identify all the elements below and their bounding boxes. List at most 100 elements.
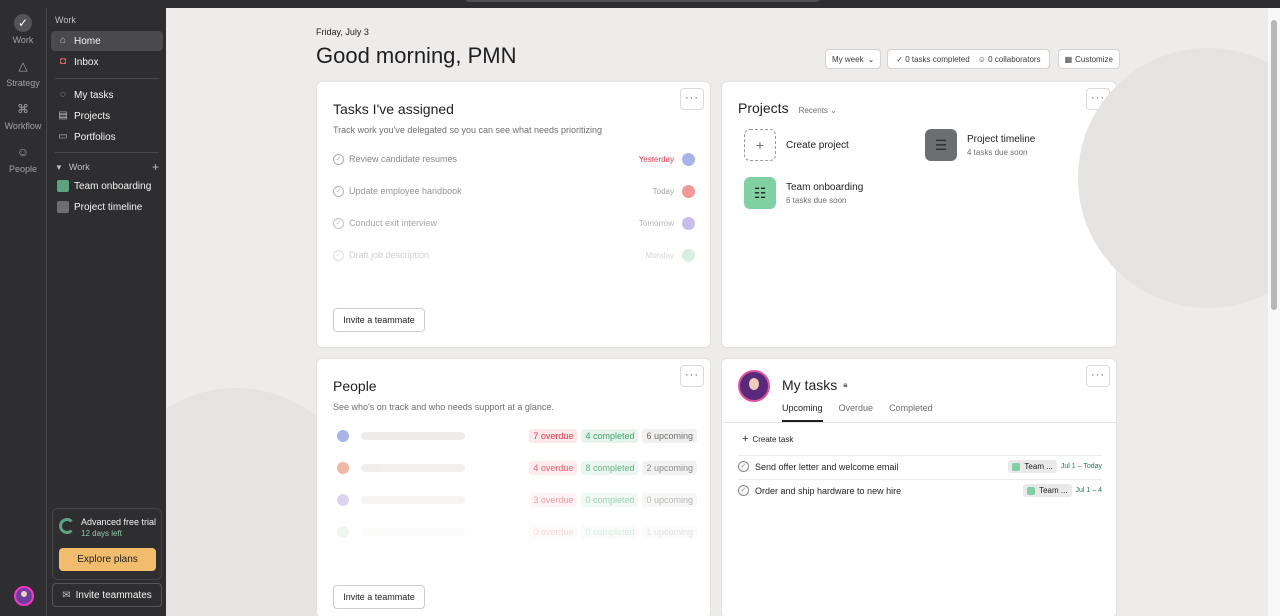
card-title: People [333, 378, 377, 394]
completed-badge: 4 completed [581, 429, 639, 443]
sidebar-item-label: Projects [74, 110, 111, 122]
invite-teammates-button[interactable]: ✉ Invite teammates [52, 583, 162, 607]
folder-icon: ▭ [58, 131, 68, 142]
chevron-down-icon: ▼ [55, 162, 63, 172]
project-meta: 4 tasks due soon [967, 147, 1028, 157]
recents-dropdown[interactable]: Recents ⌄ [799, 106, 837, 115]
due-date: Jul 1 – Today [1060, 463, 1102, 470]
sidebar-item-portfolios[interactable]: ▭ Portfolios [51, 127, 163, 147]
create-task-button[interactable]: + Create task [742, 433, 793, 445]
sidebar-item-home[interactable]: ⌂ Home [51, 31, 163, 51]
top-search-bar[interactable] [465, 0, 820, 2]
current-date: Friday, July 3 [316, 27, 369, 37]
check-circle-icon[interactable]: ✓ [333, 185, 344, 197]
invite-teammate-button[interactable]: Invite a teammate [333, 308, 425, 332]
rail-people[interactable]: ☺ People [0, 143, 46, 174]
people-row[interactable]: 3 overdue 0 completed 0 upcoming [337, 492, 697, 508]
sidebar-item-label: Portfolios [74, 131, 116, 143]
more-options-icon[interactable]: ··· [1086, 88, 1110, 110]
sidebar-item-project-timeline[interactable]: Project timeline [51, 197, 163, 217]
invite-teammate-button[interactable]: Invite a teammate [333, 585, 425, 609]
sidebar-header: Work [55, 15, 76, 25]
sidebar-section-work[interactable]: ▼ Work + [55, 160, 159, 174]
assigned-task-row[interactable]: ✓ Review candidate resumes Yesterday [333, 149, 695, 169]
due-date: Today [652, 186, 674, 196]
check-circle-icon[interactable]: ✓ [333, 217, 344, 229]
project-tile-project-timeline[interactable]: ☰ Project timeline 4 tasks due soon [925, 129, 1035, 161]
assigned-task-row[interactable]: ✓ Update employee handbook Today [333, 181, 695, 201]
more-options-icon[interactable]: ··· [680, 88, 704, 110]
due-date: Yesterday [638, 154, 674, 164]
assignee-avatar [682, 184, 695, 198]
rail-workflow-label: Workflow [4, 121, 42, 131]
global-rail: ✓ Work △ Strategy ⌘ Workflow ☺ People [0, 8, 46, 616]
rail-people-label: People [8, 164, 38, 174]
rail-work[interactable]: ✓ Work [0, 14, 46, 45]
scrollbar-thumb[interactable] [1271, 20, 1277, 310]
sidebar-item-projects[interactable]: ▤ Projects [51, 106, 163, 126]
people-icon: ☺ [977, 54, 989, 64]
trial-days-left: 12 days left [81, 529, 122, 538]
home-icon: ⌂ [59, 35, 67, 46]
lock-icon: 🔒︎ [843, 380, 848, 389]
check-circle-icon: ◌ [60, 89, 66, 100]
projects-header: Projects Recents ⌄ [738, 100, 837, 116]
more-options-icon[interactable]: ··· [680, 365, 704, 387]
more-options-icon[interactable]: ··· [1086, 365, 1110, 387]
scrollbar[interactable] [1268, 8, 1280, 616]
people-row[interactable]: 7 overdue 4 completed 6 upcoming [337, 428, 697, 444]
check-icon: ✓ [896, 54, 906, 64]
check-circle-icon: ✓ [14, 14, 32, 32]
rail-strategy-label: Strategy [6, 78, 40, 88]
people-row[interactable]: 0 overdue 0 completed 1 upcoming [337, 524, 697, 540]
tab-completed[interactable]: Completed [889, 403, 933, 413]
assigned-task-row[interactable]: ✓ Conduct exit interview Tomorrow [333, 213, 695, 233]
people-row[interactable]: 4 overdue 8 completed 2 upcoming [337, 460, 697, 476]
card-title: Projects [738, 100, 789, 116]
add-icon[interactable]: + [152, 160, 159, 174]
avatar [337, 462, 349, 474]
create-project-button[interactable]: + Create project [744, 129, 849, 161]
sidebar-item-inbox[interactable]: ◘ Inbox [51, 52, 163, 72]
overdue-badge: 4 overdue [529, 461, 578, 475]
check-circle-icon[interactable]: ✓ [738, 485, 749, 496]
rail-workflow[interactable]: ⌘ Workflow [0, 100, 46, 131]
week-dropdown[interactable]: My week ⌄ [825, 49, 882, 69]
people-card: ··· People See who's on track and who ne… [316, 358, 711, 616]
rail-strategy[interactable]: △ Strategy [0, 57, 46, 88]
overdue-badge: 3 overdue [529, 493, 578, 507]
explore-plans-button[interactable]: Explore plans [59, 548, 156, 571]
progress-ring-icon [59, 518, 75, 534]
check-circle-icon[interactable]: ✓ [738, 461, 749, 472]
card-title: My tasks [782, 377, 838, 393]
project-tag[interactable]: Team ... [1023, 484, 1072, 497]
project-tile-team-onboarding[interactable]: ☷ Team onboarding 6 tasks due soon [744, 177, 863, 209]
task-name: Order and ship hardware to new hire [755, 485, 902, 496]
tab-upcoming[interactable]: Upcoming [782, 403, 823, 422]
mail-icon: ✉ [62, 589, 71, 601]
my-task-row[interactable]: ✓ Send offer letter and welcome email Team… [738, 455, 1102, 477]
name-placeholder [361, 432, 465, 440]
sidebar-item-team-onboarding[interactable]: Team onboarding [51, 176, 163, 196]
customize-button[interactable]: ▦ Customize [1057, 49, 1120, 69]
card-subtitle: Track work you've delegated so you can s… [333, 125, 603, 135]
sidebar-item-label: Team onboarding [74, 180, 152, 192]
main-content: Friday, July 3 Good morning, PMN My week… [166, 8, 1268, 616]
task-name: Send offer letter and welcome email [755, 461, 899, 472]
project-color-swatch [1027, 486, 1036, 495]
user-avatar[interactable] [14, 586, 34, 606]
upcoming-badge: 0 upcoming [642, 493, 697, 507]
recents-label: Recents [798, 106, 828, 115]
check-circle-icon[interactable]: ✓ [333, 249, 344, 261]
sidebar-item-my-tasks[interactable]: ◌ My tasks [51, 85, 163, 105]
task-name: Conduct exit interview [349, 218, 438, 228]
invite-teammates-label: Invite teammates [75, 589, 152, 601]
project-tag[interactable]: Team ... [1008, 460, 1057, 473]
tasks-completed-stat: ✓ 0 tasks completed [896, 55, 969, 64]
name-placeholder [361, 528, 465, 536]
tab-overdue[interactable]: Overdue [839, 403, 874, 413]
check-circle-icon[interactable]: ✓ [333, 153, 344, 165]
assigned-task-row[interactable]: ✓ Draft job description Monday [333, 245, 695, 265]
my-task-row[interactable]: ✓ Order and ship hardware to new hire Team… [738, 479, 1102, 501]
task-name: Draft job description [349, 250, 430, 260]
